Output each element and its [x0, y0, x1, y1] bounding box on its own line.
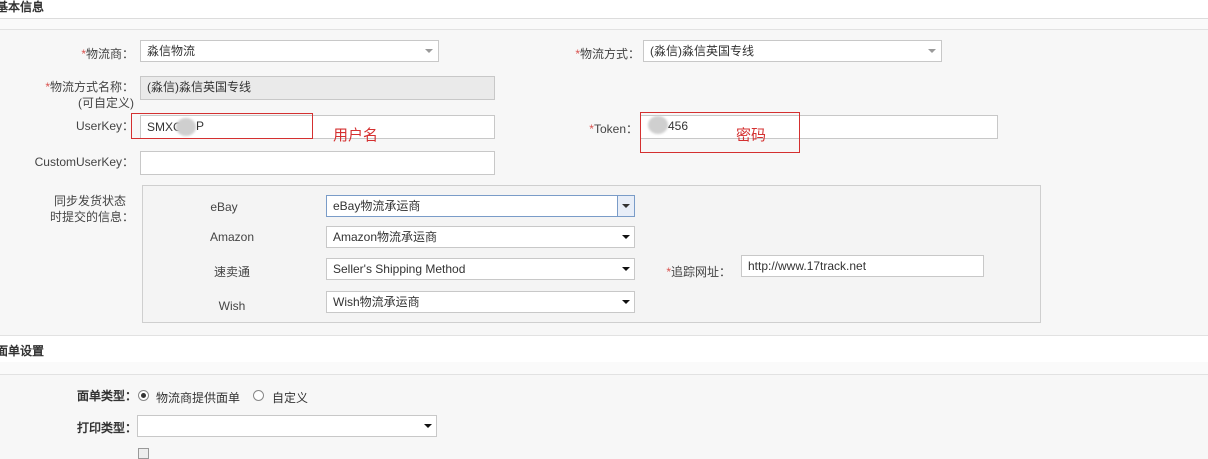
label-settings-title: 面单设置 — [0, 344, 45, 358]
sync-platform-wish: Wish — [218, 299, 246, 313]
label-type-radio-carrier[interactable] — [138, 390, 149, 401]
method-name-label: *物流方式名称： — [45, 80, 134, 94]
sync-platform-aliexpress: 速卖通 — [213, 265, 250, 279]
token-label: *Token： — [589, 122, 638, 136]
userkey-annotation-box — [131, 113, 313, 139]
label-settings-spacer — [0, 362, 1208, 375]
ebay-carrier-select[interactable]: eBay物流承运商 — [326, 195, 635, 217]
print-type-select[interactable] — [137, 415, 437, 437]
carrier-label: *物流商： — [81, 47, 134, 61]
label-type-radio-custom[interactable] — [253, 390, 264, 401]
label-type-option-custom: 自定义 — [272, 391, 309, 405]
custom-userkey-label: CustomUserKey： — [34, 155, 134, 169]
wish-carrier-value: Wish物流承运商 — [333, 295, 420, 309]
userkey-annotation-text: 用户名 — [333, 127, 379, 144]
carrier-value: 淼信物流 — [147, 44, 196, 58]
basic-info-header: 基本信息 — [0, 0, 1208, 19]
chevron-down-icon — [622, 300, 630, 304]
method-name-input[interactable]: (淼信)淼信英国专线 — [140, 76, 495, 100]
ebay-carrier-value: eBay物流承运商 — [333, 199, 421, 213]
shipping-method-select[interactable]: (淼信)淼信英国专线 — [643, 40, 942, 62]
print-type-label: 打印类型： — [77, 421, 138, 435]
userkey-label: UserKey： — [75, 119, 134, 133]
chevron-down-icon — [425, 49, 433, 53]
sync-label-line2: 时提交的信息： — [49, 210, 134, 224]
chevron-down-icon — [622, 235, 630, 239]
wish-carrier-select[interactable]: Wish物流承运商 — [326, 291, 635, 313]
chevron-down-icon — [622, 267, 630, 271]
amazon-carrier-select[interactable]: Amazon物流承运商 — [326, 226, 635, 248]
custom-userkey-input[interactable] — [140, 151, 495, 175]
tracking-url-input[interactable]: http://www.17track.net — [741, 255, 984, 277]
shipping-method-value: (淼信)淼信英国专线 — [650, 44, 754, 58]
chevron-down-icon — [928, 49, 936, 53]
aliexpress-carrier-select[interactable]: Seller's Shipping Method — [326, 258, 635, 280]
shipping-method-label: *物流方式： — [575, 47, 640, 61]
sync-platform-ebay: eBay — [210, 200, 238, 214]
basic-info-title: 基本信息 — [0, 0, 45, 14]
method-name-sublabel: (可自定义) — [78, 96, 134, 110]
label-type-label: 面单类型： — [77, 389, 138, 403]
label-type-option-carrier: 物流商提供面单 — [156, 391, 241, 405]
tracking-label: *追踪网址： — [666, 265, 731, 279]
sync-label-line1: 同步发货状态 — [53, 194, 126, 208]
carrier-select[interactable]: 淼信物流 — [140, 40, 439, 62]
chevron-down-icon — [617, 196, 634, 216]
label-settings-header: 面单设置 — [0, 335, 1208, 363]
aliexpress-carrier-value: Seller's Shipping Method — [333, 262, 466, 276]
chevron-down-icon — [424, 424, 432, 428]
sync-platform-amazon: Amazon — [209, 230, 255, 244]
header-spacer — [0, 19, 1208, 30]
amazon-carrier-value: Amazon物流承运商 — [333, 230, 438, 244]
token-annotation-box — [640, 112, 800, 153]
token-annotation-text: 密码 — [736, 127, 767, 144]
